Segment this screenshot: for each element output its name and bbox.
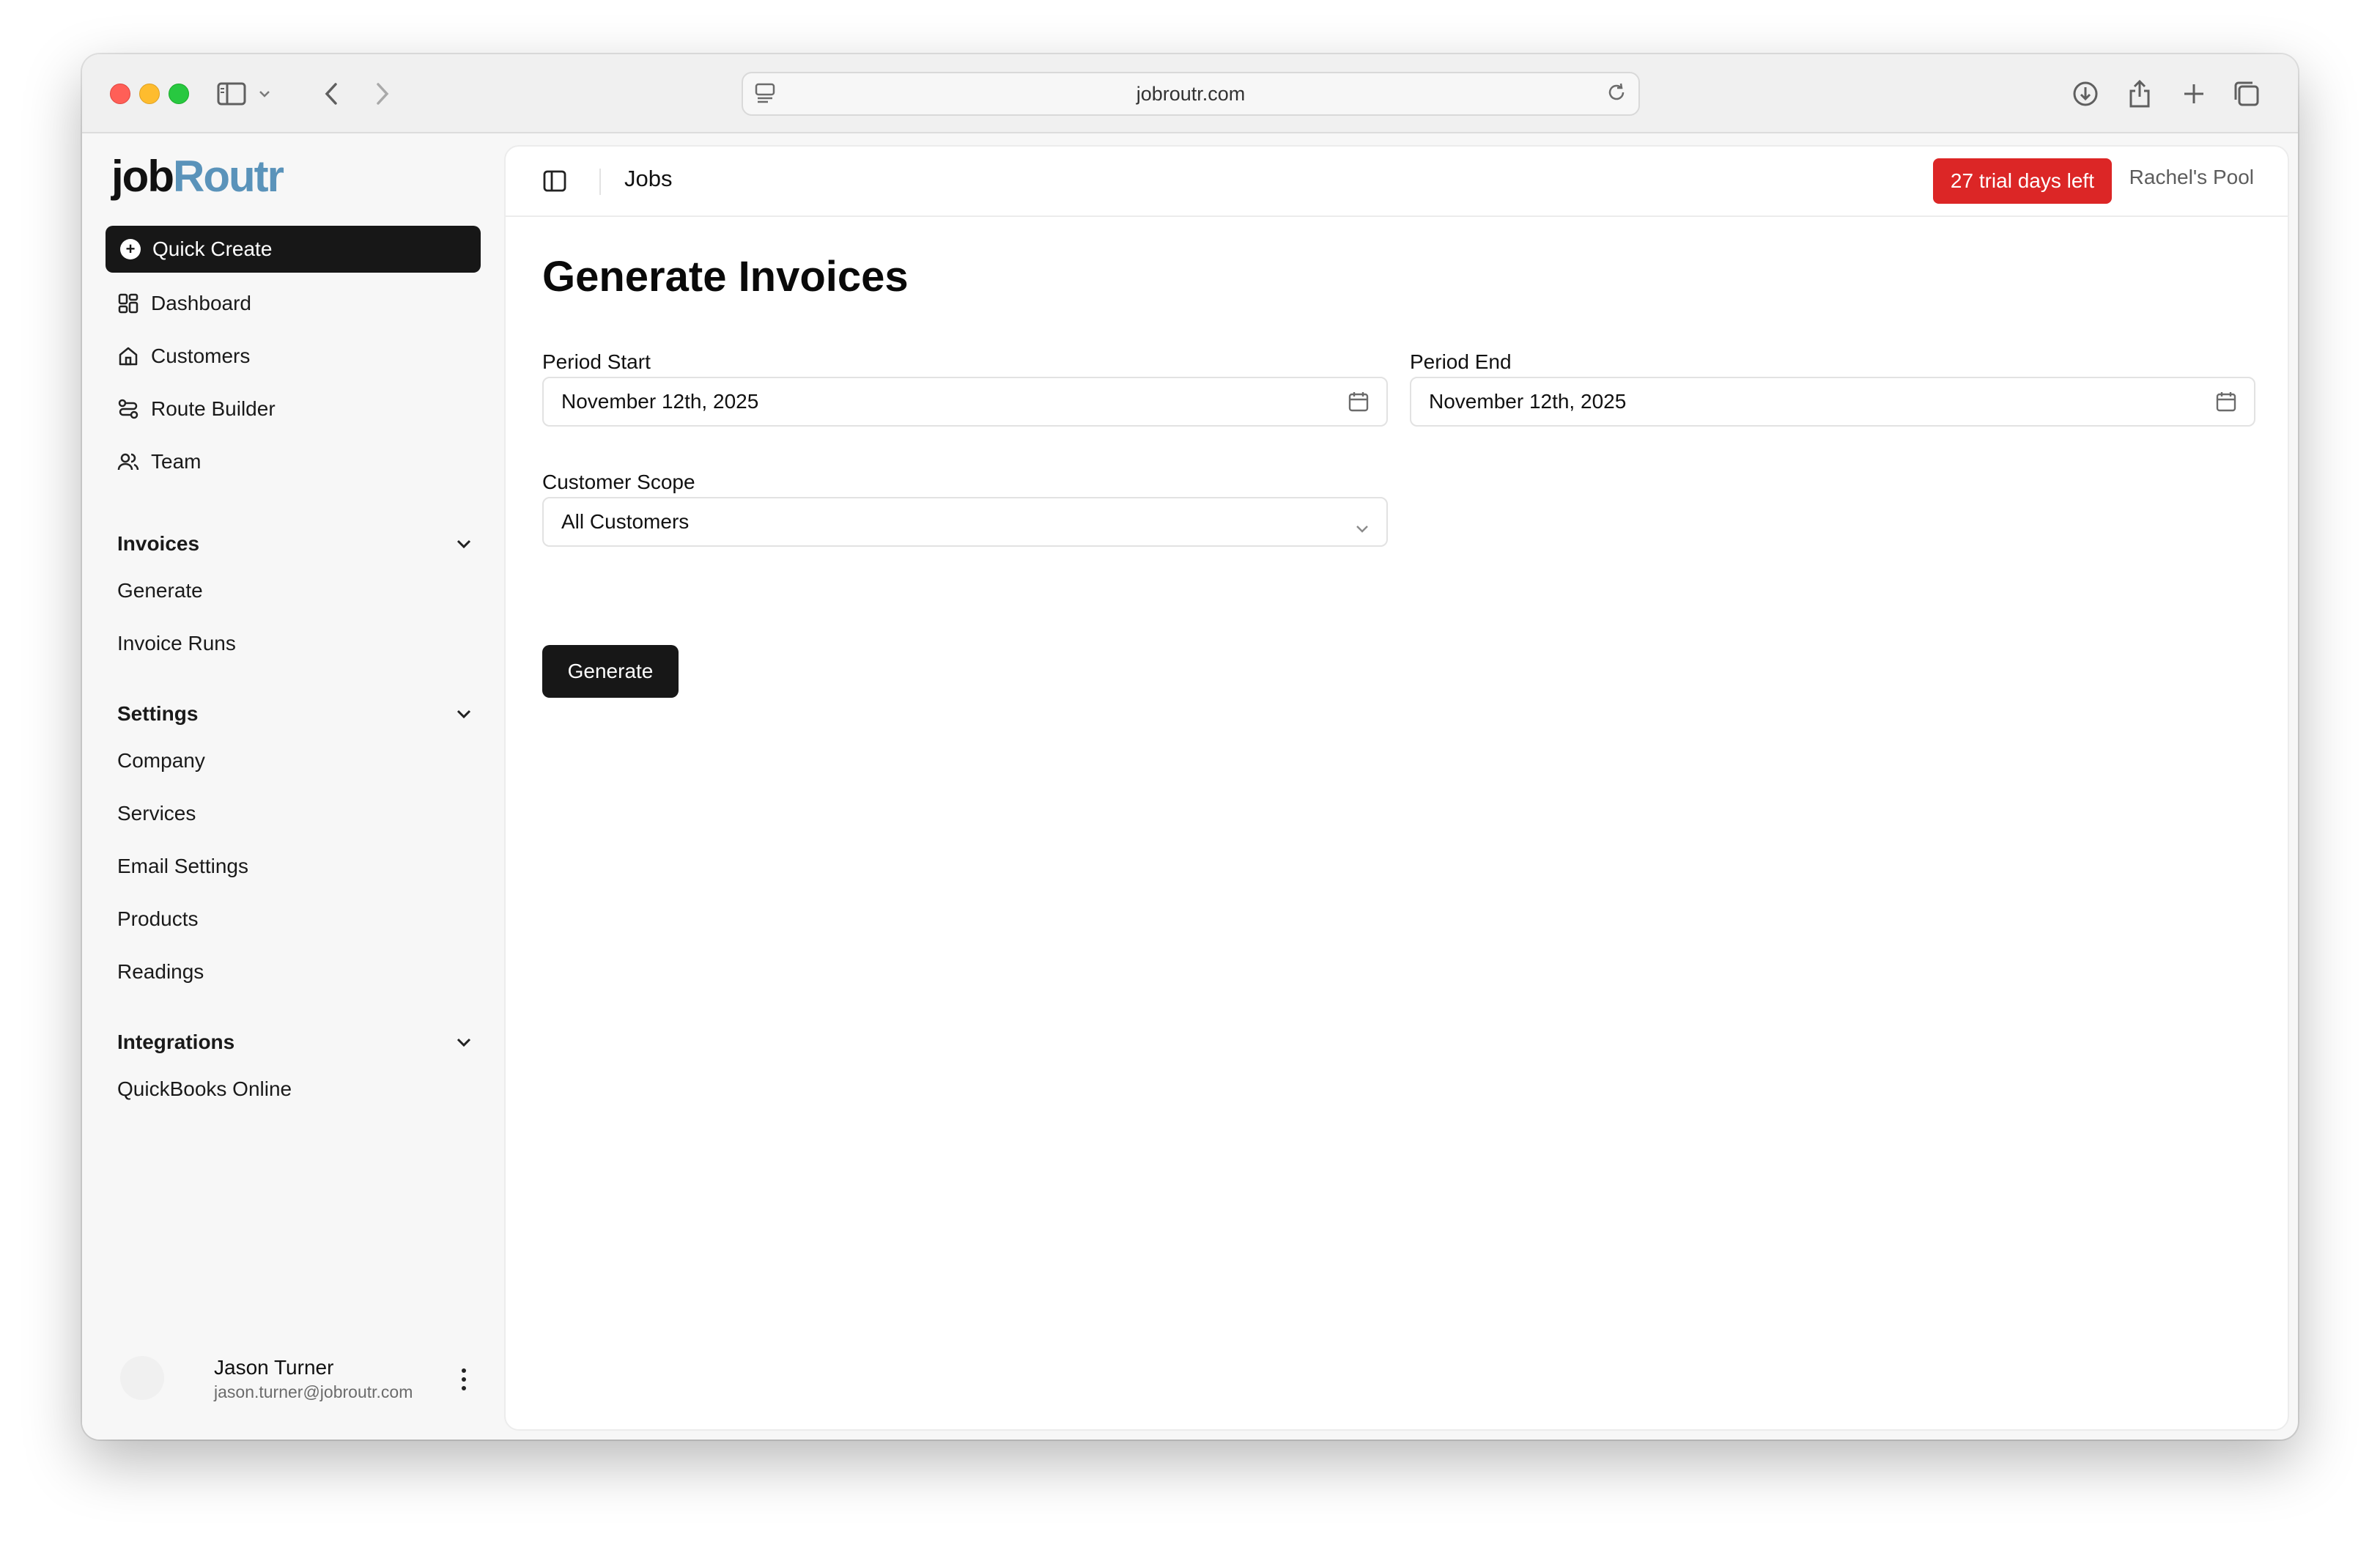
period-end-label: Period End — [1410, 350, 1512, 373]
team-icon — [117, 453, 139, 471]
sidebar-item-dashboard[interactable]: Dashboard — [117, 281, 251, 325]
period-end-value: November 12th, 2025 — [1429, 390, 1627, 413]
sidebar-item-customers[interactable]: Customers — [117, 334, 250, 378]
route-icon — [118, 399, 138, 419]
share-icon[interactable] — [2122, 76, 2157, 111]
sidebar-item-label: Customers — [151, 344, 251, 367]
sidebar-item-label: Generate — [117, 579, 203, 602]
quick-create-label: Quick Create — [152, 237, 273, 260]
sidebar-item-label: Email Settings — [117, 855, 248, 877]
sidebar-item-quickbooks-online[interactable]: QuickBooks Online — [117, 1067, 292, 1111]
calendar-icon — [1347, 390, 1370, 419]
zoom-window-button[interactable] — [169, 84, 189, 104]
user-name: Jason Turner — [214, 1356, 334, 1379]
sidebar-item-label: Team — [151, 450, 202, 473]
chevron-down-icon — [457, 1038, 471, 1047]
header-divider — [599, 169, 601, 195]
period-start-label: Period Start — [542, 350, 651, 373]
page-menu-icon[interactable] — [753, 81, 777, 109]
sidebar-item-label: Services — [117, 802, 196, 825]
new-tab-icon[interactable] — [2176, 76, 2211, 111]
sidebar-item-team[interactable]: Team — [117, 440, 201, 484]
sidebar-item-products[interactable]: Products — [117, 897, 199, 941]
forward-icon[interactable] — [365, 76, 400, 111]
customer-scope-value: All Customers — [561, 510, 690, 533]
calendar-icon — [2214, 390, 2238, 419]
dashboard-icon — [118, 293, 138, 314]
sidebar-item-readings[interactable]: Readings — [117, 950, 204, 994]
tab-overview-icon[interactable] — [2229, 76, 2264, 111]
close-window-button[interactable] — [110, 84, 130, 104]
url-text: jobroutr.com — [1136, 82, 1246, 105]
sidebar-group-invoices[interactable]: Invoices — [117, 522, 472, 566]
address-bar[interactable]: jobroutr.com — [742, 72, 1640, 116]
plus-circle-icon: + — [120, 239, 141, 259]
quick-create-button[interactable]: + Quick Create — [106, 226, 481, 273]
group-title: Invoices — [117, 532, 200, 555]
browser-toolbar: jobroutr.com — [82, 54, 2298, 133]
chevron-down-icon — [457, 539, 471, 549]
sidebar-item-label: Company — [117, 749, 205, 772]
period-start-value: November 12th, 2025 — [561, 390, 759, 413]
sidebar-item-invoice-runs[interactable]: Invoice Runs — [117, 622, 236, 666]
browser-window: jobroutr.com jobRoutr + Quick Create Das… — [82, 54, 2298, 1440]
sidebar-item-email-settings[interactable]: Email Settings — [117, 844, 248, 888]
sidebar-toggle-icon[interactable] — [214, 76, 249, 111]
sidebar-item-label: Products — [117, 907, 199, 930]
sidebar-group-integrations[interactable]: Integrations — [117, 1020, 472, 1064]
user-menu[interactable]: Jason Turner jason.turner@jobroutr.com — [120, 1352, 475, 1410]
home-icon — [119, 347, 138, 366]
sidebar: jobRoutr + Quick Create Dashboard Custom… — [82, 133, 503, 1440]
sidebar-item-route-builder[interactable]: Route Builder — [117, 387, 276, 431]
sidebar-item-label: QuickBooks Online — [117, 1077, 292, 1100]
period-end-field[interactable]: November 12th, 2025 — [1410, 377, 2255, 427]
sidebar-item-label: Invoice Runs — [117, 632, 236, 655]
group-title: Integrations — [117, 1031, 235, 1053]
logo-text-routr: Routr — [172, 152, 284, 201]
chevron-down-icon — [457, 710, 471, 719]
sidebar-item-generate[interactable]: Generate — [117, 569, 203, 613]
logo-text-job: job — [111, 152, 174, 201]
sidebar-item-label: Route Builder — [151, 397, 276, 420]
customer-scope-select[interactable]: All Customers — [542, 497, 1388, 547]
customer-scope-label: Customer Scope — [542, 471, 695, 493]
period-start-field[interactable]: November 12th, 2025 — [542, 377, 1388, 427]
group-title: Settings — [117, 702, 199, 725]
main-panel: Jobs 27 trial days left Rachel's Pool Ge… — [504, 145, 2289, 1431]
avatar — [120, 1356, 164, 1400]
sidebar-item-services[interactable]: Services — [117, 792, 196, 836]
main-header: Jobs 27 trial days left Rachel's Pool — [506, 147, 2288, 217]
back-icon[interactable] — [314, 76, 349, 111]
reload-icon[interactable] — [1605, 81, 1628, 109]
page-header-title: Jobs — [624, 166, 673, 191]
minimize-window-button[interactable] — [139, 84, 160, 104]
download-icon[interactable] — [2068, 76, 2103, 111]
panel-toggle-icon[interactable] — [542, 169, 567, 197]
generate-button[interactable]: Generate — [542, 645, 679, 698]
trial-badge[interactable]: 27 trial days left — [1932, 158, 2112, 204]
account-name[interactable]: Rachel's Pool — [2129, 166, 2254, 189]
more-options-icon[interactable] — [453, 1365, 475, 1394]
sidebar-item-label: Dashboard — [151, 292, 251, 314]
sidebar-group-settings[interactable]: Settings — [117, 692, 472, 736]
sidebar-item-label: Readings — [117, 960, 204, 983]
sidebar-item-company[interactable]: Company — [117, 739, 205, 783]
jobroutr-logo[interactable]: jobRoutr — [111, 151, 284, 202]
user-email: jason.turner@jobroutr.com — [214, 1382, 413, 1401]
page-title: Generate Invoices — [542, 253, 909, 301]
chevron-down-icon[interactable] — [254, 76, 276, 111]
chevron-down-icon — [1354, 516, 1370, 539]
